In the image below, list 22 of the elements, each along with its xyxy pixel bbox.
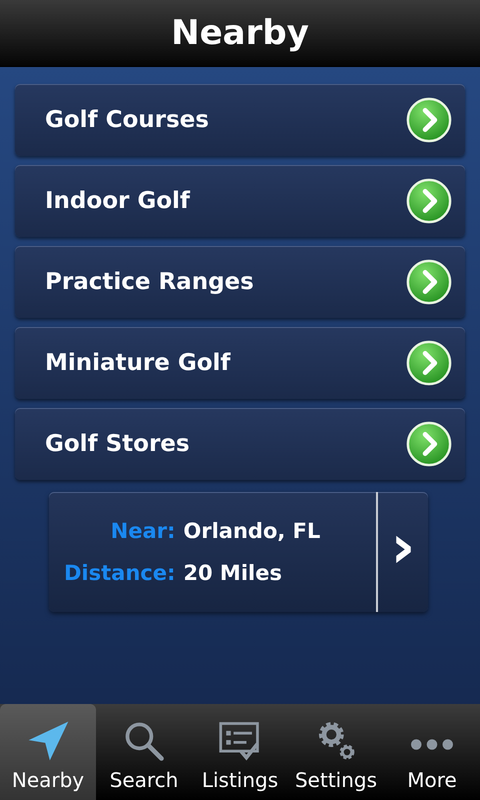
category-item[interactable]: Practice Ranges [15, 246, 465, 318]
field-label: Near: [110, 519, 176, 543]
tab[interactable]: Listings [192, 704, 288, 800]
field-label: Distance: [64, 561, 176, 585]
chevron-circle-icon [406, 97, 452, 143]
chevron-circle-icon [406, 259, 452, 305]
category-item[interactable]: Indoor Golf [15, 165, 465, 237]
tab[interactable]: Nearby [0, 704, 96, 800]
category-item[interactable]: Golf Stores [15, 408, 465, 480]
tab[interactable]: More [384, 704, 480, 800]
field-value: 20 Miles [183, 561, 283, 585]
category-item[interactable]: Miniature Golf [15, 327, 465, 399]
chevron-circle-icon [406, 178, 452, 224]
screen-title: Nearby [171, 13, 309, 53]
chevron-circle-icon [406, 421, 452, 467]
chevron-circle-icon [406, 340, 452, 386]
more-dots-icon [411, 739, 453, 750]
location-arrow-button[interactable]: › [376, 492, 428, 612]
field-value: Orlando, FL [183, 519, 320, 543]
tab[interactable]: Settings [288, 704, 384, 800]
category-item[interactable]: Golf Courses [15, 84, 465, 156]
tab[interactable]: Search [96, 704, 192, 800]
